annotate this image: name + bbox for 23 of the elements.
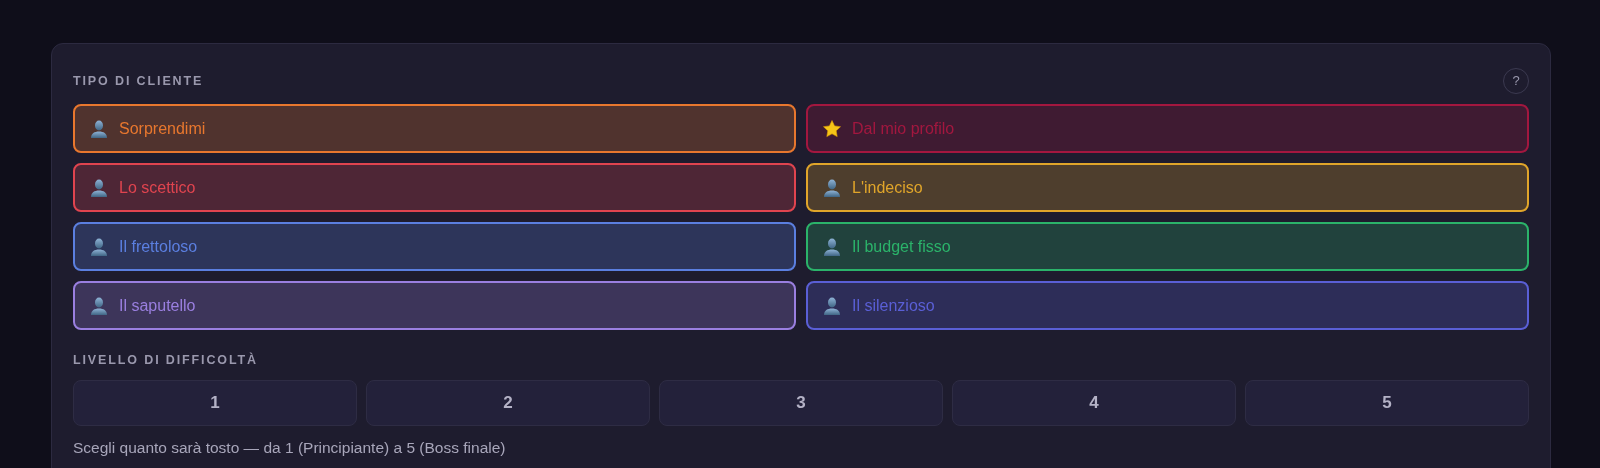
- customer-type-option[interactable]: Il silenzioso: [806, 281, 1529, 330]
- customer-type-option[interactable]: Il frettoloso: [73, 222, 796, 271]
- difficulty-button[interactable]: 5: [1245, 379, 1529, 426]
- person-icon: [89, 295, 109, 316]
- customer-type-option[interactable]: L'indeciso: [806, 163, 1529, 212]
- section-label: TIPO DI CLIENTE: [73, 72, 204, 90]
- person-icon: [89, 177, 109, 198]
- difficulty-button[interactable]: 2: [366, 379, 650, 426]
- difficulty-button[interactable]: 3: [659, 379, 943, 426]
- person-icon: [822, 177, 842, 198]
- person-icon: [822, 236, 842, 257]
- hint-text: Scegli quanto sarà tosto — da 1 (Principiante) a 5 (Boss finale): [73, 437, 507, 458]
- person-icon: [822, 295, 842, 316]
- person-icon: [89, 118, 109, 139]
- difficulty-button[interactable]: 4: [952, 379, 1236, 426]
- person-icon: [89, 236, 109, 257]
- section-label: LIVELLO DI DIFFICOLTÀ: [73, 351, 259, 369]
- customer-type-option[interactable]: Il saputello: [73, 281, 796, 330]
- customer-type-option[interactable]: Sorprendimi: [73, 104, 796, 153]
- difficulty-button[interactable]: 1: [73, 379, 357, 426]
- customer-type-option[interactable]: Il budget fisso: [806, 222, 1529, 271]
- star-icon: [822, 118, 842, 139]
- customer-type-option[interactable]: Lo scettico: [73, 163, 796, 212]
